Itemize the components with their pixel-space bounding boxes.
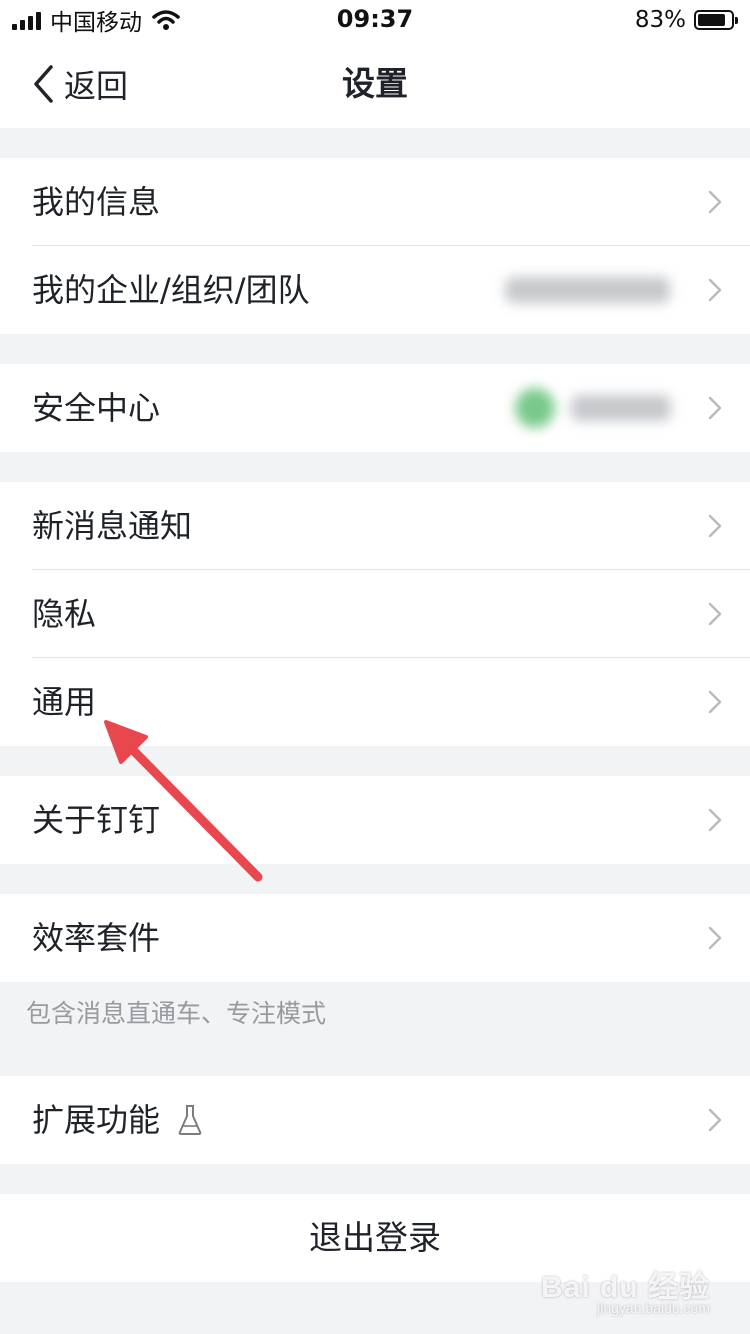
settings-item-my-info[interactable]: 我的信息: [0, 158, 750, 246]
chevron-right-icon: [708, 1108, 722, 1132]
status-bar: 中国移动 09:37 83%: [0, 0, 750, 40]
settings-item-security-center[interactable]: 安全中心: [0, 364, 750, 452]
watermark-url: jingyan.baidu.com: [597, 1300, 710, 1316]
settings-item-label: 隐私: [32, 595, 97, 633]
chevron-right-icon: [708, 278, 722, 302]
flask-icon: [178, 1105, 202, 1135]
settings-item-label: 关于钉钉: [32, 801, 161, 839]
chevron-right-icon: [708, 808, 722, 832]
blurred-organization-name: [505, 246, 670, 334]
efficiency-suite-hint: 包含消息直通车、专注模式: [26, 999, 327, 1028]
settings-item-my-organization[interactable]: 我的企业/组织/团队: [0, 246, 750, 334]
settings-item-label: 我的企业/组织/团队: [32, 271, 310, 309]
settings-item-privacy[interactable]: 隐私: [0, 570, 750, 658]
settings-item-label: 安全中心: [32, 389, 161, 427]
settings-item-label: 效率套件: [32, 919, 161, 957]
chevron-right-icon: [708, 602, 722, 626]
settings-item-new-message-notification[interactable]: 新消息通知: [0, 482, 750, 570]
chevron-right-icon: [708, 514, 722, 538]
settings-item-label: 扩展功能: [32, 1101, 161, 1139]
settings-item-label-wrap: 扩展功能: [32, 1076, 202, 1164]
battery-icon: [694, 10, 738, 30]
settings-item-about[interactable]: 关于钉钉: [0, 776, 750, 864]
page-title: 设置: [342, 64, 408, 103]
status-bar-right: 83%: [634, 6, 738, 34]
settings-item-label: 通用: [32, 683, 97, 721]
chevron-right-icon: [708, 926, 722, 950]
chevron-right-icon: [708, 396, 722, 420]
settings-item-efficiency-suite[interactable]: 效率套件: [0, 894, 750, 982]
navigation-bar: 返回 设置: [0, 40, 750, 128]
chevron-right-icon: [708, 190, 722, 214]
settings-item-label: 新消息通知: [32, 507, 193, 545]
chevron-right-icon: [708, 690, 722, 714]
settings-item-extensions[interactable]: 扩展功能: [0, 1076, 750, 1164]
settings-item-general[interactable]: 通用: [0, 658, 750, 746]
battery-percentage: 83%: [634, 7, 686, 33]
blurred-security-status: [515, 364, 671, 452]
settings-item-label: 我的信息: [32, 183, 161, 221]
